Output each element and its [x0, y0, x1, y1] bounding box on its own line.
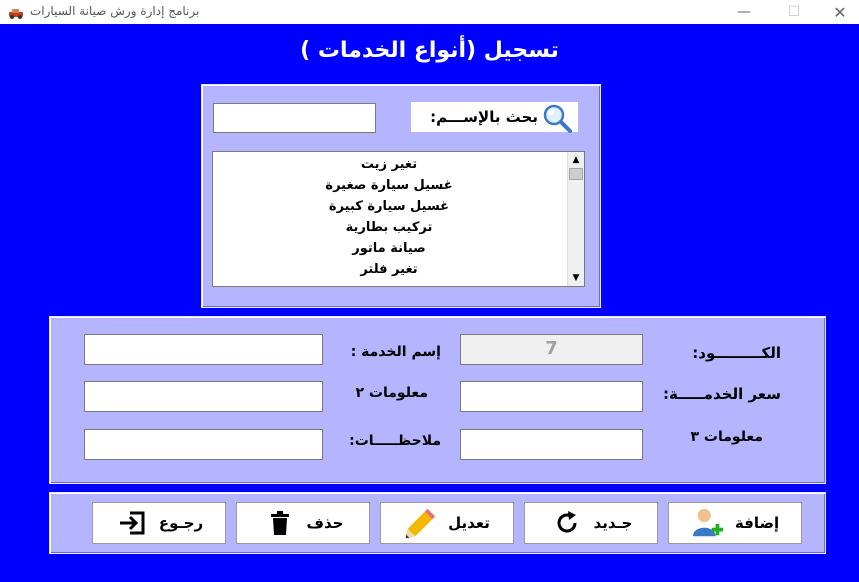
- add-button-label: إضافة: [734, 514, 780, 532]
- search-label-box: بحث بالإســـم:: [411, 102, 578, 133]
- scroll-up-icon[interactable]: ▲: [568, 152, 584, 168]
- notes-input[interactable]: [84, 429, 323, 460]
- scroll-down-icon[interactable]: ▼: [568, 270, 584, 286]
- maximize-button: ☐: [771, 0, 817, 24]
- new-button[interactable]: جـديد: [524, 502, 658, 544]
- minimize-icon: —: [737, 4, 751, 20]
- add-button[interactable]: إضافة: [668, 502, 802, 544]
- form-title: تسجيل (أنواع الخدمات ): [300, 38, 559, 63]
- service-price-label: سعر الخدمـــــة:: [662, 385, 781, 403]
- info3-label: معلومات ٣: [690, 429, 763, 445]
- add-user-icon: [691, 506, 725, 540]
- trash-icon: [263, 506, 297, 540]
- close-icon: ✕: [833, 2, 847, 22]
- list-item[interactable]: غسيل سيارة صغيرة: [213, 175, 565, 196]
- code-label: الكـــــــــود:: [692, 344, 781, 362]
- delete-button-label: حذف: [306, 514, 344, 532]
- service-name-label: إسم الخدمة :: [350, 344, 441, 360]
- title-bar: برنامج إدارة ورش صيانة السيارات — ☐ ✕: [0, 0, 859, 24]
- buttons-panel: رجـوع حذف تعديل جـديد إضافة: [49, 492, 826, 554]
- delete-button[interactable]: حذف: [236, 502, 370, 544]
- form-client-area: تسجيل (أنواع الخدمات ) بحث بالإســـم: تغ…: [0, 24, 859, 582]
- list-item[interactable]: غسيل سيارة كبيرة: [213, 196, 565, 217]
- car-app-icon: [8, 5, 24, 19]
- details-panel: الكـــــــــود: 7 إسم الخدمة : سعر الخدم…: [49, 316, 826, 484]
- edit-button[interactable]: تعديل: [380, 502, 514, 544]
- magnifier-icon: [540, 103, 574, 133]
- service-name-input[interactable]: [84, 334, 323, 365]
- minimize-button[interactable]: —: [721, 0, 767, 24]
- search-input[interactable]: [213, 103, 376, 133]
- maximize-icon: ☐: [787, 4, 801, 20]
- list-item[interactable]: تركيب بطارية: [213, 217, 565, 238]
- exit-icon: [115, 506, 149, 540]
- services-listbox[interactable]: تغير زيت غسيل سيارة صغيرة غسيل سيارة كبي…: [212, 151, 585, 287]
- info3-input[interactable]: [460, 429, 643, 460]
- service-price-input[interactable]: [460, 381, 643, 412]
- notes-label: ملاحظـــــات:: [349, 433, 441, 449]
- back-button-label: رجـوع: [158, 514, 204, 532]
- pencil-icon: [404, 506, 438, 540]
- search-label: بحث بالإســـم:: [430, 108, 538, 126]
- search-panel: بحث بالإســـم: تغير زيت غسيل سيارة صغيرة…: [201, 84, 601, 308]
- scroll-thumb[interactable]: [569, 168, 583, 180]
- list-scrollbar[interactable]: ▲ ▼: [567, 152, 584, 286]
- code-field: 7: [460, 334, 643, 365]
- list-item[interactable]: صيانة ماتور: [213, 238, 565, 259]
- refresh-icon: [550, 506, 584, 540]
- edit-button-label: تعديل: [448, 514, 490, 532]
- list-item[interactable]: تغير زيت: [213, 154, 565, 175]
- window-title: برنامج إدارة ورش صيانة السيارات: [30, 4, 200, 18]
- close-button[interactable]: ✕: [817, 0, 859, 24]
- back-button[interactable]: رجـوع: [92, 502, 226, 544]
- new-button-label: جـديد: [593, 514, 633, 532]
- info2-input[interactable]: [84, 381, 323, 412]
- info2-label: معلومات ٢: [355, 385, 428, 401]
- list-item[interactable]: تغير فلتر: [213, 259, 565, 280]
